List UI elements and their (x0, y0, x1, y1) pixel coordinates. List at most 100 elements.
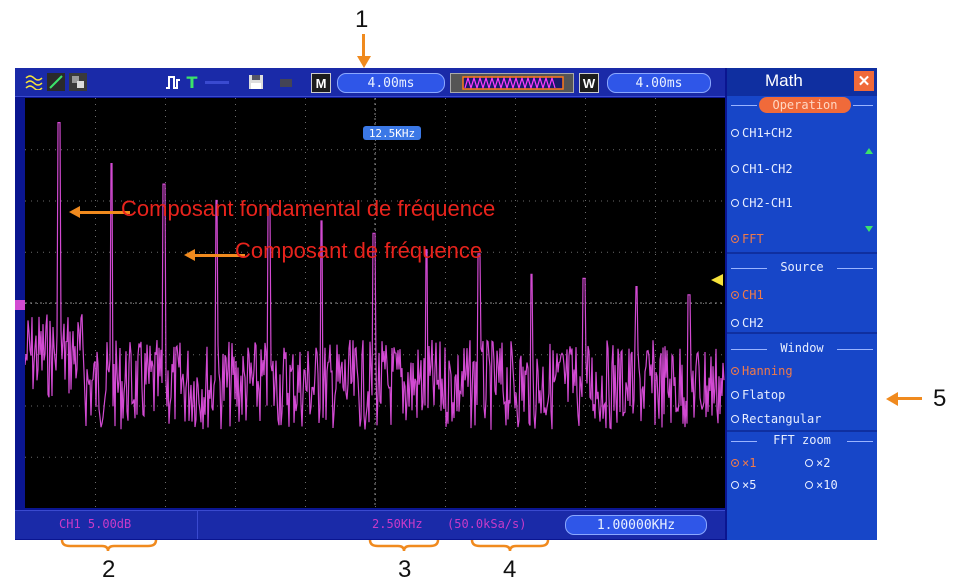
grid-dot (721, 405, 722, 407)
grid-dot (95, 98, 96, 99)
scroll-up-icon[interactable] (865, 148, 873, 154)
grid-dot (421, 149, 422, 151)
grid-dot (235, 476, 236, 477)
grid-dot (589, 200, 590, 202)
zooms-option[interactable]: ×2 (805, 456, 830, 470)
grid-dot (103, 354, 104, 356)
grid-dot (585, 164, 586, 165)
waveform-icon[interactable] (25, 73, 45, 91)
srcs-option[interactable]: CH2 (731, 316, 764, 330)
grid-dot (439, 405, 440, 407)
grid-dot (139, 405, 140, 407)
ops-option[interactable]: CH1+CH2 (731, 126, 793, 140)
grid-dot (165, 494, 166, 495)
grid-dot (379, 149, 380, 151)
grid-dot (709, 405, 710, 407)
grid-dot (515, 272, 516, 273)
grid-dot (79, 405, 80, 407)
grid-dot (95, 188, 96, 189)
trigger-level-marker[interactable] (711, 274, 723, 286)
grid-dot (585, 440, 586, 441)
pulse-icon[interactable] (165, 73, 183, 91)
grid-dot (307, 405, 308, 407)
ops-option[interactable]: FFT (731, 232, 764, 246)
grid-dot (349, 456, 350, 458)
grid-dot (211, 251, 212, 253)
grid-dot (515, 224, 516, 225)
grid-dot (433, 149, 434, 151)
save-icon[interactable] (247, 73, 265, 91)
fundamental-label: Composant fondamental de fréquence (121, 196, 496, 221)
grid-dot (515, 266, 516, 267)
grid-dot (235, 308, 236, 309)
grid-dot (577, 149, 578, 151)
channel-marker[interactable] (15, 300, 25, 310)
ops-option[interactable]: CH2-CH1 (731, 196, 793, 210)
grid-dot (445, 482, 446, 483)
display-icon[interactable] (69, 73, 87, 91)
grid-dot (235, 500, 236, 501)
grid-dot (619, 200, 620, 202)
grid-dot (655, 482, 656, 483)
grid-dot (313, 405, 314, 407)
close-icon[interactable]: ✕ (854, 71, 874, 91)
grid-dot (305, 224, 306, 225)
grid-dot (139, 303, 140, 304)
grid-dot (655, 278, 656, 279)
grid-dot (585, 194, 586, 195)
time-base-1[interactable]: 4.00ms (337, 73, 445, 93)
zooms-option[interactable]: ×5 (731, 478, 756, 492)
grid-dot (703, 303, 704, 304)
grid-dot (515, 158, 516, 159)
grid-dot (439, 303, 440, 304)
grid-dot (457, 303, 458, 304)
grid-dot (571, 251, 572, 253)
grid-dot (305, 416, 306, 417)
srcs-option[interactable]: CH1 (731, 288, 764, 302)
zooms-option[interactable]: ×10 (805, 478, 838, 492)
grid-dot (91, 149, 92, 151)
wins-option[interactable]: Hanning (731, 364, 793, 378)
grid-dot (305, 494, 306, 495)
grid-dot (515, 296, 516, 297)
grid-dot (289, 354, 290, 356)
grid-dot (585, 140, 586, 141)
wins-option[interactable]: Flatop (731, 388, 785, 402)
grid-dot (661, 149, 662, 151)
grid-dot (25, 200, 26, 202)
grid-dot (655, 116, 656, 117)
grid-dot (619, 251, 620, 253)
grid-dot (235, 122, 236, 123)
grid-dot (165, 416, 166, 417)
grid-dot (515, 98, 516, 99)
grid-dot (445, 278, 446, 279)
grid-dot (235, 290, 236, 291)
grid-dot (691, 149, 692, 151)
time-base-2[interactable]: 4.00ms (607, 73, 711, 93)
line-icon[interactable] (47, 73, 65, 91)
grid-dot (375, 122, 376, 123)
grid-dot (305, 350, 306, 351)
grid-dot (169, 149, 170, 151)
grid-dot (515, 458, 516, 459)
grid-dot (151, 251, 152, 253)
waveform-window-icon[interactable] (450, 73, 574, 93)
printer-icon[interactable] (277, 73, 295, 91)
grid-dot (523, 303, 524, 304)
option-label: ×10 (816, 478, 838, 492)
grid-dot (193, 354, 194, 356)
callout-4: 4 (503, 556, 517, 583)
grid-dot (165, 128, 166, 129)
grid-dot (127, 303, 128, 304)
grid-dot (655, 152, 656, 153)
grid-dot (523, 149, 524, 151)
wins-option[interactable]: Rectangular (731, 412, 821, 426)
radio-icon (731, 459, 739, 467)
grid-dot (217, 149, 218, 151)
grid-dot (43, 251, 44, 253)
grid-dot (133, 456, 134, 458)
scroll-down-icon[interactable] (865, 226, 873, 232)
zooms-option[interactable]: ×1 (731, 456, 756, 470)
ops-option[interactable]: CH1-CH2 (731, 162, 793, 176)
grid-dot (127, 456, 128, 458)
